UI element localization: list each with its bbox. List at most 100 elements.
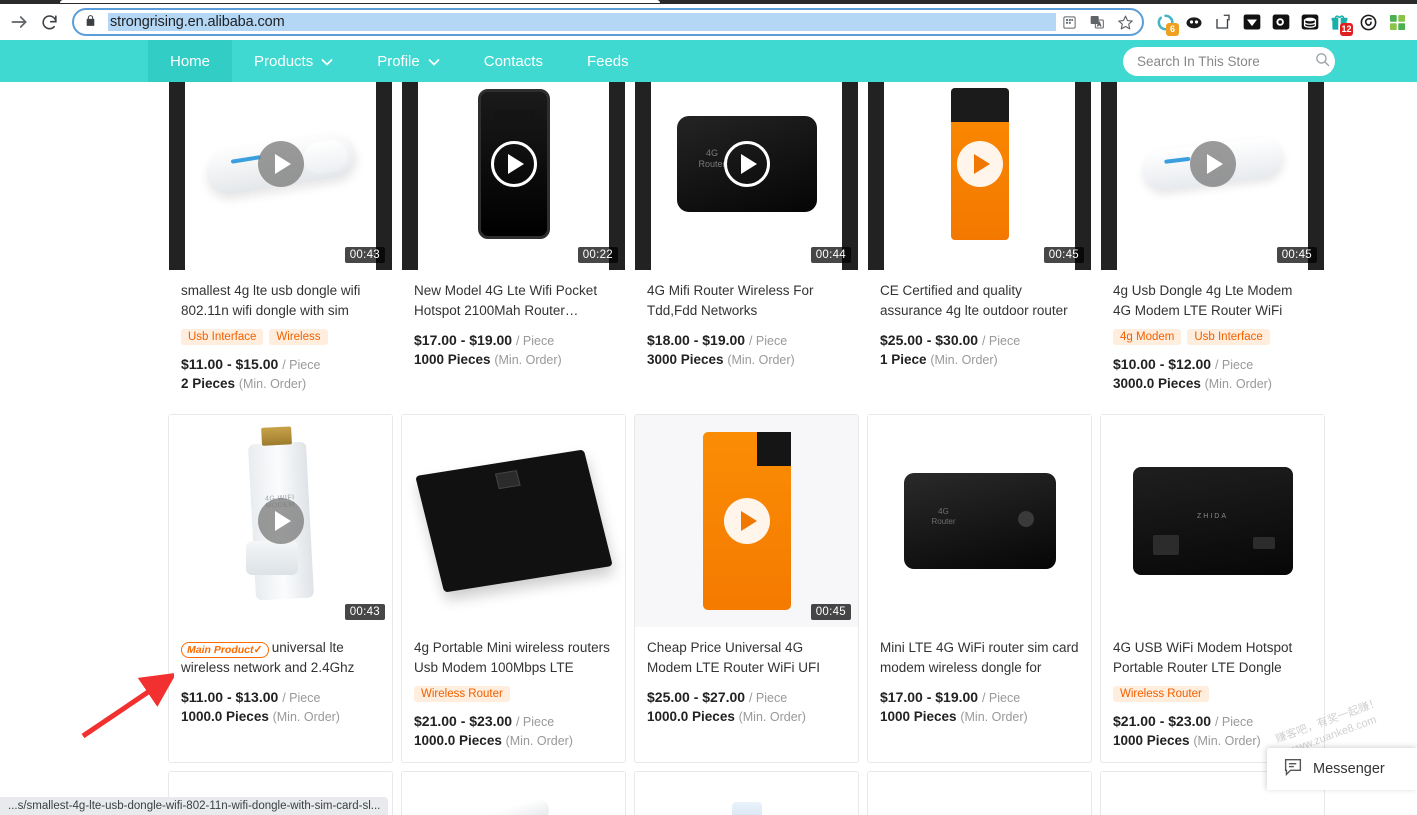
product-card[interactable]	[401, 771, 626, 815]
active-tab[interactable]	[60, 0, 660, 3]
nav-item-home[interactable]: Home	[148, 40, 233, 82]
play-button[interactable]	[723, 498, 770, 544]
database-stack-icon[interactable]	[1297, 9, 1323, 35]
moq-quantity: 2 Pieces	[181, 376, 236, 391]
product-moq: 2 Pieces (Min. Order)	[181, 376, 380, 391]
camera-extension-icon[interactable]	[1268, 9, 1294, 35]
play-button[interactable]	[956, 141, 1003, 187]
product-tag[interactable]: Wireless	[269, 329, 328, 345]
play-button[interactable]	[257, 141, 304, 187]
product-info: CE Certified and quality assurance 4g lt…	[868, 270, 1091, 381]
messenger-widget[interactable]: Messenger	[1267, 748, 1417, 790]
moq-label: (Min. Order)	[930, 353, 998, 367]
play-button[interactable]	[723, 141, 770, 187]
product-price: $21.00 - $23.00 / Piece	[1113, 713, 1312, 729]
video-letterbox-left	[868, 82, 884, 270]
translate-icon[interactable]: 文 A	[1084, 9, 1110, 35]
product-card[interactable]	[867, 771, 1092, 815]
product-title[interactable]: 4g Usb Dongle 4g Lte Modem 4G Modem LTE …	[1113, 281, 1312, 321]
product-card[interactable]: 4G Router 00:44 4G Mifi Router Wireless F…	[634, 82, 859, 406]
product-tag[interactable]: Usb Interface	[1187, 329, 1270, 345]
video-letterbox-left	[1101, 82, 1117, 270]
product-tag[interactable]: Usb Interface	[181, 329, 264, 345]
product-thumbnail[interactable]	[402, 415, 625, 627]
address-bar[interactable]: strongrising.en.alibaba.com 文 A	[72, 8, 1144, 36]
product-thumbnail[interactable]: 4G WIFI MODEM 00:43	[169, 415, 392, 627]
product-tag[interactable]: Wireless Router	[1113, 686, 1209, 702]
url-text[interactable]: strongrising.en.alibaba.com	[108, 13, 1056, 31]
forward-arrow-icon[interactable]	[4, 7, 34, 37]
product-thumbnail[interactable]: 00:22	[402, 82, 625, 270]
nav-label: Home	[170, 52, 211, 70]
search-icon[interactable]	[1314, 51, 1331, 73]
reload-icon[interactable]	[34, 7, 64, 37]
product-thumbnail[interactable]: 00:45	[1101, 82, 1324, 270]
product-row: 4G WIFI MODEM 00:43 Main Product✓univers…	[168, 414, 1328, 763]
gift-extension-icon[interactable]: 12	[1326, 9, 1353, 36]
nav-item-products[interactable]: Products	[232, 40, 355, 82]
product-thumbnail[interactable]: 4G Router 00:44	[635, 82, 858, 270]
product-card[interactable]: 4G Router Mini LTE 4G WiFi router sim car…	[867, 414, 1092, 763]
product-title[interactable]: Mini LTE 4G WiFi router sim card modem w…	[880, 638, 1079, 678]
play-button[interactable]	[490, 141, 537, 187]
product-title[interactable]: CE Certified and quality assurance 4g lt…	[880, 281, 1079, 321]
product-title[interactable]: Cheap Price Universal 4G Modem LTE Route…	[647, 638, 846, 678]
product-card[interactable]: 00:45 CE Certified and quality assurance…	[867, 82, 1092, 406]
product-card[interactable]: 00:45 4g Usb Dongle 4g Lte Modem 4G Mode…	[1100, 82, 1325, 406]
product-tags: Wireless Router	[1113, 686, 1312, 702]
popout-window-icon[interactable]	[1210, 9, 1236, 35]
video-letterbox-right	[376, 82, 392, 270]
nav-item-contacts[interactable]: Contacts	[462, 40, 565, 82]
video-duration: 00:44	[810, 247, 851, 263]
product-moq: 3000.0 Pieces (Min. Order)	[1113, 376, 1312, 391]
price-unit: / Piece	[981, 334, 1021, 348]
moq-label: (Min. Order)	[494, 353, 562, 367]
play-button[interactable]	[1189, 141, 1236, 187]
product-tag[interactable]: Wireless Router	[414, 686, 510, 702]
nav-item-profile[interactable]: Profile	[355, 40, 462, 82]
product-moq: 1000.0 Pieces (Min. Order)	[414, 733, 613, 748]
moq-label: (Min. Order)	[960, 710, 1028, 724]
product-tag[interactable]: 4g Modem	[1113, 329, 1182, 345]
nav-label: Profile	[377, 52, 420, 70]
product-card[interactable]: 00:43 smallest 4g lte usb dongle wifi 80…	[168, 82, 393, 406]
product-thumbnail[interactable]: ZHIDA	[1101, 415, 1324, 627]
product-thumbnail[interactable]	[868, 772, 1091, 815]
product-thumbnail[interactable]: 00:43	[169, 82, 392, 270]
spiral-extension-icon[interactable]	[1355, 9, 1381, 35]
store-search-box[interactable]	[1123, 47, 1335, 76]
qr-code-icon[interactable]	[1056, 9, 1082, 35]
product-card[interactable]: 4G WIFI MODEM 00:43 Main Product✓univers…	[168, 414, 393, 763]
adblock-icon[interactable]: 6	[1152, 9, 1179, 36]
product-title[interactable]: 4g Portable Mini wireless routers Usb Mo…	[414, 638, 613, 678]
product-card[interactable]: ZHIDA 4G USB WiFi Modem Hotspot Portable…	[1100, 414, 1325, 763]
product-card[interactable]: 4g Portable Mini wireless routers Usb Mo…	[401, 414, 626, 763]
play-button[interactable]	[257, 498, 304, 544]
product-thumbnail[interactable]: 4G Router	[868, 415, 1091, 627]
product-price: $25.00 - $27.00 / Piece	[647, 689, 846, 705]
product-price: $25.00 - $30.00 / Piece	[880, 332, 1079, 348]
qr-grid-extension-icon[interactable]	[1384, 9, 1410, 35]
product-title[interactable]: Main Product✓ universal lte wireless netw…	[181, 638, 380, 678]
product-card[interactable]	[634, 771, 859, 815]
product-title[interactable]: 4G USB WiFi Modem Hotspot Portable Route…	[1113, 638, 1312, 678]
product-title[interactable]: smallest 4g lte usb dongle wifi 802.11n …	[181, 281, 380, 321]
nav-item-feeds[interactable]: Feeds	[565, 40, 651, 82]
panda-extension-icon[interactable]	[1181, 9, 1207, 35]
product-thumbnail[interactable]	[635, 772, 858, 815]
product-card[interactable]: 00:45 Cheap Price Universal 4G Modem LTE…	[634, 414, 859, 763]
bookmark-star-icon[interactable]	[1112, 9, 1138, 35]
price-range: $10.00 - $12.00	[1113, 356, 1212, 372]
video-letterbox-left	[402, 82, 418, 270]
price-range: $17.00 - $19.00	[414, 332, 513, 348]
product-thumbnail[interactable]: 00:45	[635, 415, 858, 627]
video-duration: 00:45	[1276, 247, 1317, 263]
product-title[interactable]: 4G Mifi Router Wireless For Tdd,Fdd Netw…	[647, 281, 846, 321]
product-title[interactable]: New Model 4G Lte Wifi Pocket Hotspot 210…	[414, 281, 613, 321]
product-thumbnail[interactable]	[402, 772, 625, 815]
product-thumbnail[interactable]: 00:45	[868, 82, 1091, 270]
product-card[interactable]: 00:22 New Model 4G Lte Wifi Pocket Hotsp…	[401, 82, 626, 406]
diamond-extension-icon[interactable]	[1239, 9, 1265, 35]
product-info: New Model 4G Lte Wifi Pocket Hotspot 210…	[402, 270, 625, 381]
search-input[interactable]	[1137, 54, 1314, 69]
